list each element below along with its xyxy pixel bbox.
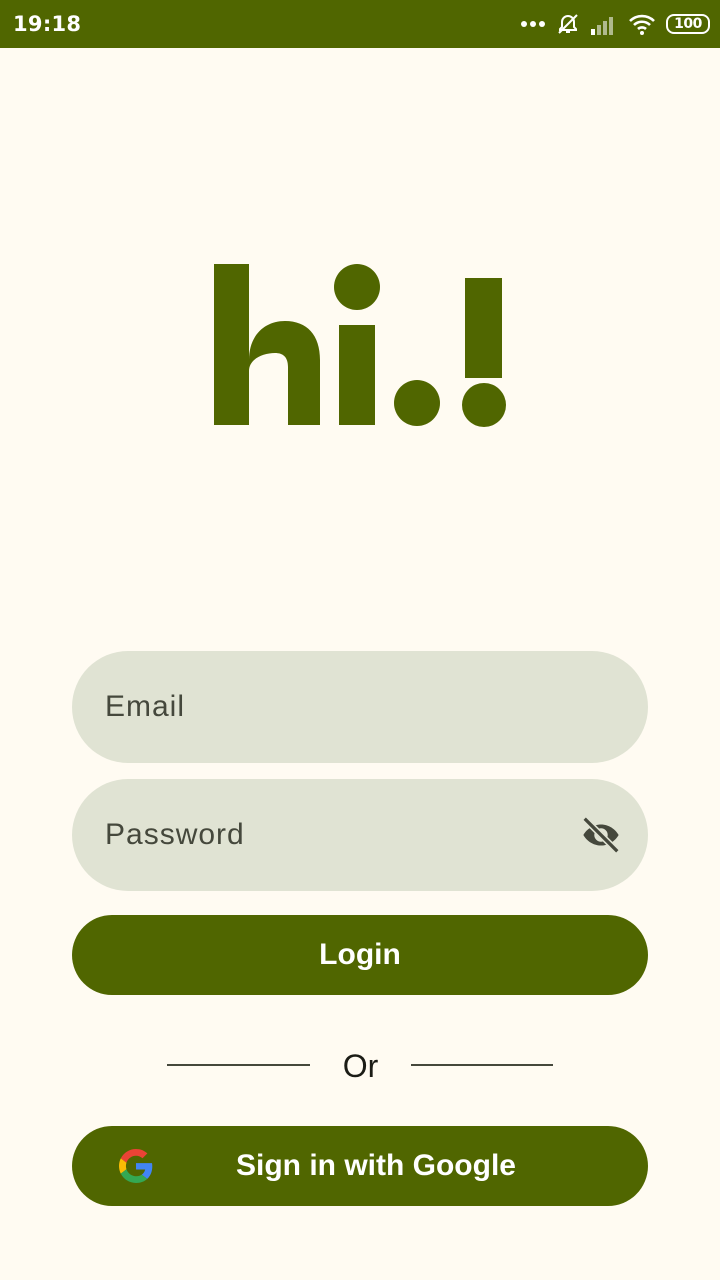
status-icons: 100 bbox=[520, 10, 710, 38]
status-bar: 19:18 100 bbox=[0, 0, 720, 48]
battery-level: 100 bbox=[674, 16, 702, 32]
google-icon bbox=[119, 1149, 153, 1183]
wifi-icon bbox=[629, 14, 655, 35]
status-time: 19:18 bbox=[13, 12, 82, 36]
visibility-off-icon[interactable] bbox=[578, 812, 624, 858]
google-sign-in-button[interactable]: Sign in with Google bbox=[72, 1126, 648, 1206]
app-logo bbox=[214, 264, 506, 427]
password-field-container bbox=[72, 779, 648, 891]
signal-icon bbox=[591, 17, 613, 35]
divider-line-right bbox=[411, 1064, 553, 1066]
login-button[interactable]: Login bbox=[72, 915, 648, 995]
battery-icon: 100 bbox=[666, 14, 710, 34]
email-input[interactable] bbox=[105, 677, 545, 737]
divider-text: Or bbox=[342, 1048, 379, 1084]
google-sign-in-label: Sign in with Google bbox=[236, 1149, 516, 1182]
or-divider: Or bbox=[0, 1040, 720, 1090]
divider-line-left bbox=[167, 1064, 310, 1066]
password-input[interactable] bbox=[105, 805, 545, 865]
email-field-container bbox=[72, 651, 648, 763]
alarm-off-icon bbox=[558, 14, 578, 34]
more-dots-icon bbox=[521, 21, 545, 27]
